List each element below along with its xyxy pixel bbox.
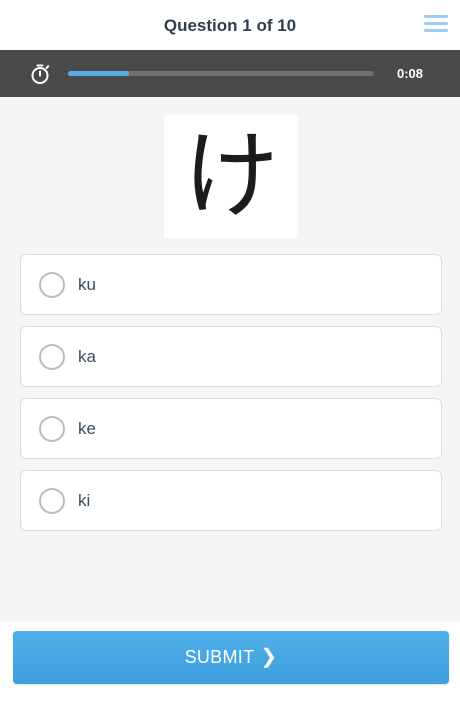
answer-option-1[interactable]: ku (20, 254, 442, 315)
timer-progress-fill (68, 71, 130, 76)
hamburger-menu-icon[interactable] (422, 12, 450, 36)
answer-option-3[interactable]: ke (20, 398, 442, 459)
answer-label: ku (78, 275, 96, 294)
radio-button[interactable] (39, 272, 65, 298)
timer-elapsed: 0:08 (396, 66, 424, 81)
stopwatch-icon (31, 64, 50, 84)
hiragana-character: け (183, 120, 279, 232)
answer-label: ka (78, 347, 96, 366)
timer-progress-bar (68, 71, 374, 76)
radio-button[interactable] (39, 488, 65, 514)
answer-label: ke (78, 419, 96, 438)
radio-button[interactable] (39, 344, 65, 370)
answer-option-2[interactable]: ka (20, 326, 442, 387)
character-card: け (164, 115, 298, 238)
page-title: Question 1 of 10 (163, 16, 297, 35)
answer-label: ki (78, 491, 91, 510)
submit-label: SUBMIT (184, 647, 255, 667)
answer-option-4[interactable]: ki (20, 470, 442, 531)
radio-button[interactable] (39, 416, 65, 442)
submit-button[interactable]: SUBMIT ❯ (13, 631, 449, 684)
header: Question 1 of 10 (0, 0, 460, 50)
chevron-right-icon: ❯ (260, 646, 278, 668)
submit-button-content: SUBMIT ❯ (13, 631, 449, 684)
